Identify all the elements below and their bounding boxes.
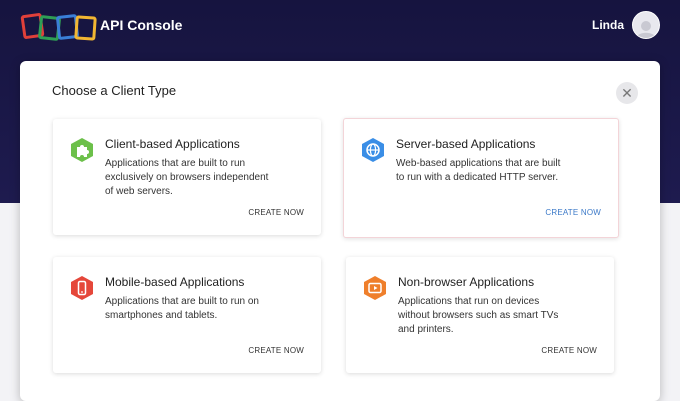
app-title: API Console <box>100 17 183 33</box>
card-title: Non-browser Applications <box>398 275 535 289</box>
globe-icon <box>360 137 386 163</box>
create-now-link[interactable]: CREATE NOW <box>248 346 304 355</box>
card-description: Applications that are built to run exclu… <box>105 157 268 199</box>
desc-line: Applications that run on devices <box>398 296 540 307</box>
puzzle-icon <box>69 137 95 163</box>
mobile-based-card[interactable]: Mobile-based Applications Applications t… <box>53 257 321 373</box>
non-browser-card[interactable]: Non-browser Applications Applications th… <box>346 257 614 373</box>
card-title: Mobile-based Applications <box>105 275 245 289</box>
desc-line: exclusively on browsers independent <box>105 172 269 183</box>
desc-line: Applications that are built to run <box>105 158 246 169</box>
create-now-link[interactable]: CREATE NOW <box>541 346 597 355</box>
desc-line: without browsers such as smart TVs <box>398 310 559 321</box>
desc-line: to run with a dedicated HTTP server. <box>396 172 559 183</box>
create-now-link[interactable]: CREATE NOW <box>248 208 304 217</box>
card-description: Applications that are built to run on sm… <box>105 295 259 323</box>
client-based-card[interactable]: Client-based Applications Applications t… <box>53 119 321 235</box>
server-based-card[interactable]: Server-based Applications Web-based appl… <box>343 118 619 238</box>
user-menu[interactable]: Linda <box>592 11 660 39</box>
dialog-title: Choose a Client Type <box>52 83 177 98</box>
create-now-link[interactable]: CREATE NOW <box>545 208 601 217</box>
card-title: Server-based Applications <box>396 137 536 151</box>
client-type-dialog: Choose a Client Type ✕ Client-based Appl… <box>20 61 660 401</box>
tv-icon <box>362 275 388 301</box>
close-button[interactable]: ✕ <box>616 82 638 104</box>
desc-line: and printers. <box>398 324 454 335</box>
zoho-logo-icon <box>20 10 97 42</box>
user-silhouette-icon <box>636 21 656 38</box>
avatar[interactable] <box>632 11 660 39</box>
desc-line: Applications that are built to run on <box>105 296 259 307</box>
desc-line: of web servers. <box>105 186 173 197</box>
card-title: Client-based Applications <box>105 137 240 151</box>
desc-line: Web-based applications that are built <box>396 158 561 169</box>
mobile-icon <box>69 275 95 301</box>
user-name: Linda <box>592 18 624 32</box>
card-description: Applications that run on devices without… <box>398 295 558 337</box>
desc-line: smartphones and tablets. <box>105 310 218 321</box>
card-description: Web-based applications that are built to… <box>396 157 560 185</box>
brand[interactable]: API Console <box>20 10 183 42</box>
